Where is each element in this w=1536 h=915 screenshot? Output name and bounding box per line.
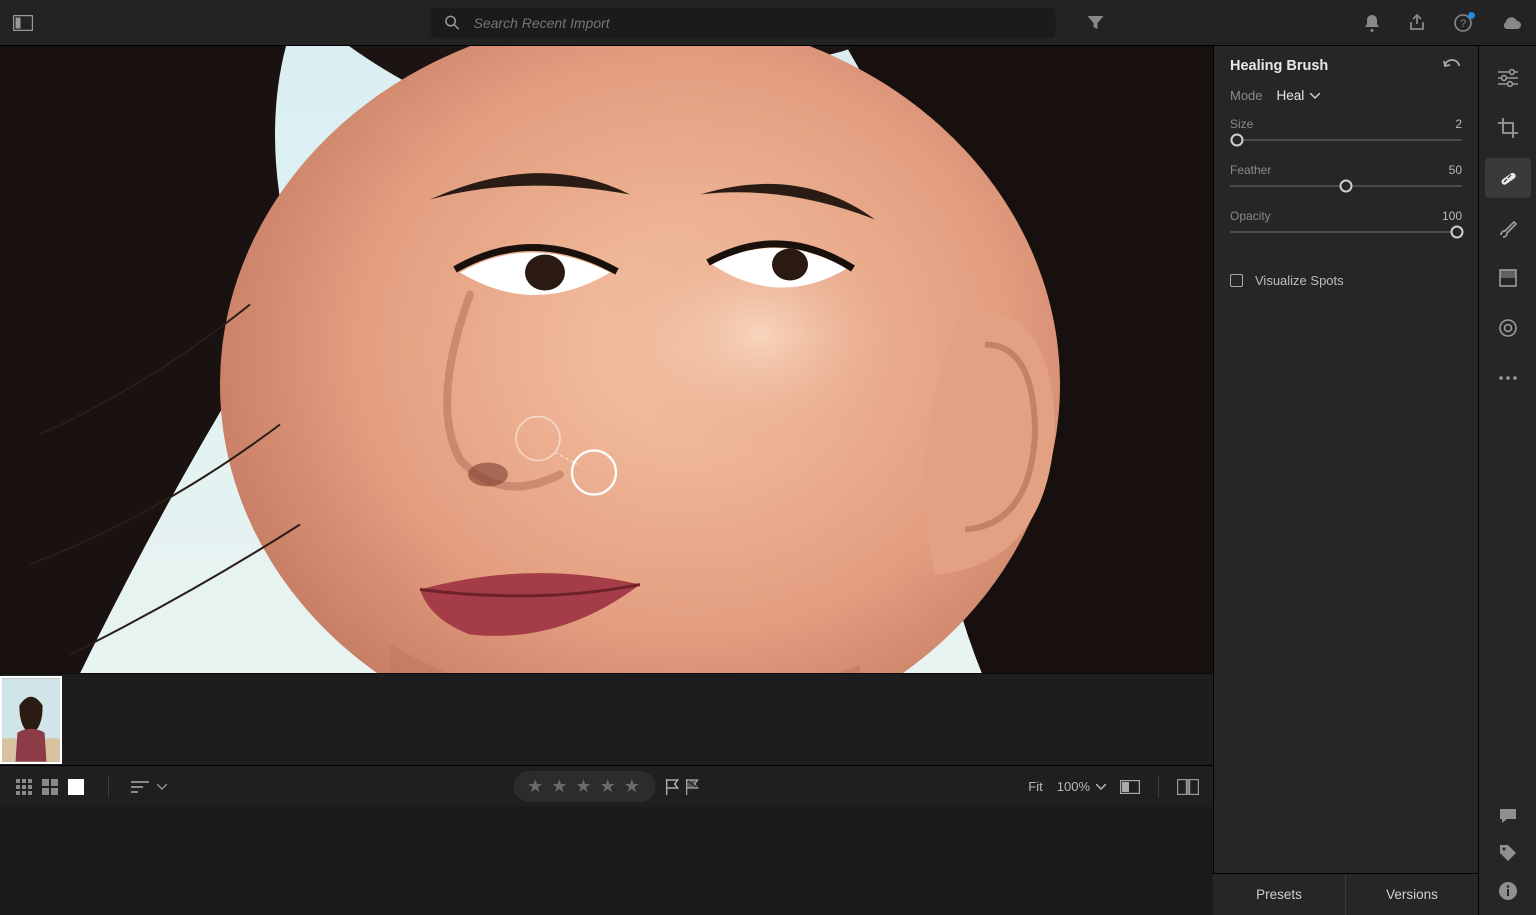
chevron-down-icon: [157, 784, 167, 790]
zoom-value: 100%: [1057, 779, 1090, 794]
opacity-value[interactable]: 100: [1442, 209, 1462, 223]
fit-label[interactable]: Fit: [1028, 779, 1042, 794]
tab-presets[interactable]: Presets: [1213, 874, 1345, 915]
size-value[interactable]: 2: [1455, 117, 1462, 131]
main-photo[interactable]: [0, 46, 1213, 673]
info-icon[interactable]: [1498, 881, 1518, 901]
more-icon[interactable]: [1485, 358, 1531, 398]
feather-value[interactable]: 50: [1449, 163, 1462, 177]
search-input-container[interactable]: [431, 8, 1056, 38]
feather-slider[interactable]: [1230, 177, 1462, 195]
chevron-down-icon: [1310, 93, 1320, 99]
original-toggle-icon[interactable]: [1120, 780, 1140, 794]
chevron-down-icon: [1096, 784, 1106, 790]
visualize-spots-row[interactable]: Visualize Spots: [1230, 273, 1462, 288]
search-input[interactable]: [472, 14, 1042, 32]
compare-icon[interactable]: [1177, 779, 1199, 795]
notification-dot-icon: [1468, 12, 1475, 19]
search-icon: [445, 15, 460, 30]
star-icon[interactable]: ★: [575, 776, 593, 797]
svg-text:?: ?: [1460, 18, 1466, 30]
crop-icon[interactable]: [1485, 108, 1531, 148]
grid-small-icon[interactable]: [14, 777, 34, 797]
filter-icon[interactable]: [1086, 13, 1106, 33]
filmstrip[interactable]: [0, 673, 1213, 765]
sort-dropdown[interactable]: [131, 781, 167, 793]
checkbox-icon[interactable]: [1230, 274, 1243, 287]
flag-pick-icon[interactable]: [666, 779, 680, 795]
star-rating[interactable]: ★ ★ ★ ★ ★: [513, 771, 656, 802]
visualize-spots-label: Visualize Spots: [1255, 273, 1344, 288]
star-icon[interactable]: ★: [624, 776, 642, 797]
opacity-label: Opacity: [1230, 209, 1271, 223]
panel-title: Healing Brush: [1230, 58, 1328, 74]
healing-brush-icon[interactable]: [1485, 158, 1531, 198]
comment-icon[interactable]: [1498, 807, 1518, 825]
edit-sliders-icon[interactable]: [1485, 58, 1531, 98]
star-icon[interactable]: ★: [551, 776, 569, 797]
zoom-dropdown[interactable]: 100%: [1057, 779, 1106, 794]
share-icon[interactable]: [1408, 14, 1426, 32]
linear-gradient-icon[interactable]: [1485, 258, 1531, 298]
mode-dropdown[interactable]: Heal: [1277, 88, 1321, 103]
help-icon[interactable]: ?: [1454, 14, 1472, 32]
thumbnail-selected[interactable]: [0, 676, 62, 764]
flag-reject-icon[interactable]: [686, 779, 700, 795]
single-view-icon[interactable]: [66, 777, 86, 797]
brush-icon[interactable]: [1485, 208, 1531, 248]
reset-icon[interactable]: [1442, 59, 1462, 73]
bell-icon[interactable]: [1364, 14, 1380, 32]
grid-large-icon[interactable]: [40, 777, 60, 797]
feather-label: Feather: [1230, 163, 1271, 177]
radial-gradient-icon[interactable]: [1485, 308, 1531, 348]
star-icon[interactable]: ★: [600, 776, 618, 797]
opacity-slider[interactable]: [1230, 223, 1462, 241]
size-label: Size: [1230, 117, 1253, 131]
mode-label: Mode: [1230, 88, 1263, 103]
tag-icon[interactable]: [1498, 843, 1518, 863]
panel-toggle-icon[interactable]: [12, 12, 34, 34]
size-slider[interactable]: [1230, 131, 1462, 149]
star-icon[interactable]: ★: [527, 776, 545, 797]
tab-versions[interactable]: Versions: [1346, 874, 1478, 915]
bottom-toolbar: ★ ★ ★ ★ ★ Fit 100%: [0, 765, 1213, 807]
cloud-icon[interactable]: [1500, 15, 1522, 31]
